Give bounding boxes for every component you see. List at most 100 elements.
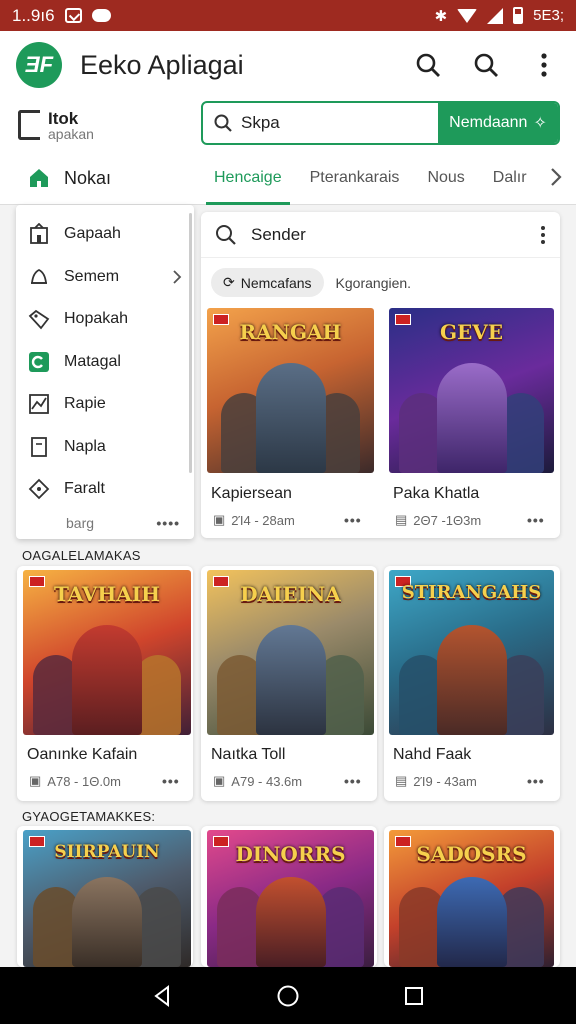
bluetooth-icon: ✱ <box>434 7 448 25</box>
category-menu: Gapaah Semem Hopakah Matagal Rapie Napla… <box>16 205 194 539</box>
tab-pterankarais[interactable]: Pterankarais <box>296 151 414 205</box>
filter-chip[interactable]: ⟳ Nemcafans <box>211 268 324 297</box>
wifi-icon <box>457 8 478 23</box>
game-title[interactable]: Naıtka Toll <box>211 746 285 764</box>
calendar-icon: ▣ <box>29 773 42 788</box>
search-box: Nemdaann ✧ <box>201 101 560 145</box>
section-heading: OAGALELAMAKAS <box>22 548 141 563</box>
brand-icon <box>18 110 40 140</box>
panel-search-label[interactable]: Sender <box>251 225 306 245</box>
game-title[interactable]: Nahd Faak <box>393 746 471 764</box>
app-title: Eeko Apliagai <box>80 49 244 80</box>
game-thumbnail[interactable]: SADOSRS <box>389 830 554 967</box>
search-icon <box>416 53 440 77</box>
search-submit-button[interactable]: Nemdaann ✧ <box>438 103 558 143</box>
tab-bar: Nokaı Hencaige Pterankarais Nous Dalır <box>0 151 576 205</box>
tag-icon <box>28 310 50 330</box>
system-nav-bar <box>0 967 576 1024</box>
list-icon: ▤ <box>395 773 408 788</box>
game-title[interactable]: Oanınke Kafain <box>27 746 137 764</box>
menu-item-label: Hopakah <box>64 310 129 328</box>
tab-label: Hencaige <box>214 169 282 186</box>
menu-more-icon[interactable]: •••• <box>156 515 180 531</box>
filter-option[interactable]: Kgorangien. <box>336 275 412 291</box>
calendar-icon: ▣ <box>213 512 226 527</box>
menu-item-label: Semem <box>64 267 120 285</box>
game-thumbnail[interactable]: SIIRPAUIN <box>23 830 191 967</box>
card-more-icon[interactable]: ••• <box>527 773 545 789</box>
menu-item-label: Matagal <box>64 352 121 370</box>
more-vert-icon <box>541 53 547 77</box>
game-meta: ▣ 2Ί4 - 28am <box>213 512 295 528</box>
game-meta: ▤ 2Θ7 -1Θ3m <box>395 512 481 528</box>
search-button[interactable] <box>412 49 444 81</box>
hero-figure <box>255 363 326 473</box>
tab-hencaige[interactable]: Hencaige <box>200 151 296 205</box>
menu-item-label: Rapie <box>64 395 106 413</box>
signal-icon <box>487 7 504 24</box>
game-title[interactable]: Kapiersean <box>211 485 292 503</box>
menu-item-rapie[interactable]: Rapie <box>16 383 194 426</box>
tab-label: Dalır <box>492 169 527 186</box>
menu-item-gapaah[interactable]: Gapaah <box>16 213 194 256</box>
list-icon: ▤ <box>395 512 408 527</box>
back-icon[interactable] <box>152 984 172 1007</box>
game-thumbnail[interactable]: GEVE <box>389 308 554 473</box>
search-icon <box>216 224 236 245</box>
status-bar: 1..9ı6 ✱ 5E3; <box>0 0 576 31</box>
game-meta-text: 2Ί9 - 43am <box>413 773 477 789</box>
game-thumbnail[interactable]: DINORRS <box>207 830 374 967</box>
home-nav-icon[interactable] <box>276 984 300 1008</box>
game-thumbnail[interactable]: RANGAH <box>207 308 374 473</box>
card-more-icon[interactable]: ••• <box>344 512 362 528</box>
thumbnail-title: RANGAH <box>239 320 342 344</box>
tab-label: Nous <box>427 169 465 186</box>
menu-item-hopakah[interactable]: Hopakah <box>16 298 194 341</box>
more-vert-icon[interactable] <box>540 225 546 245</box>
game-thumbnail[interactable]: TAVHAIH <box>23 570 191 735</box>
filter-icon: ⟳ <box>223 274 235 290</box>
document-icon <box>31 436 47 457</box>
battery-text: 5E3; <box>533 7 564 24</box>
thumbnail-title: TAVHAIH <box>53 582 161 606</box>
card-more-icon[interactable]: ••• <box>527 512 545 528</box>
game-meta-text: 2Ί4 - 28am <box>231 512 295 528</box>
tabs-scroll-right-button[interactable] <box>550 167 562 192</box>
green-app-icon <box>29 351 49 372</box>
game-meta: ▤ 2Ί9 - 43am <box>395 773 477 789</box>
menu-item-semem[interactable]: Semem <box>16 256 194 299</box>
search-icon <box>474 53 498 77</box>
chip-label: Nemcafans <box>240 274 312 291</box>
battery-icon <box>513 7 524 24</box>
app-bar: ƎF Eeko Apliagai <box>0 31 576 99</box>
search-icon <box>214 114 232 132</box>
menu-item-matagal[interactable]: Matagal <box>16 341 194 384</box>
overflow-menu-button[interactable] <box>528 49 560 81</box>
game-meta-text: 2Θ7 -1Θ3m <box>413 512 482 528</box>
brand-line2: apakan <box>48 125 94 142</box>
game-thumbnail[interactable]: STIRANGAHS <box>389 570 554 735</box>
game-thumbnail[interactable]: DAIEINA <box>207 570 374 735</box>
search-input[interactable] <box>241 113 401 133</box>
card-more-icon[interactable]: ••• <box>344 773 362 789</box>
chart-icon <box>29 394 49 415</box>
game-title[interactable]: Paka Khatla <box>393 485 479 503</box>
menu-item-faralt[interactable]: Faralt <box>16 468 194 511</box>
tab-dalir[interactable]: Dalır <box>479 151 541 205</box>
hero-figure <box>436 625 507 735</box>
home-tab[interactable]: Nokaı <box>16 155 194 201</box>
hero-figure <box>255 625 326 735</box>
cloud-icon <box>91 9 111 22</box>
game-meta-text: A79 - 43.6m <box>231 773 303 789</box>
card-more-icon[interactable]: ••• <box>162 773 180 789</box>
tab-nous[interactable]: Nous <box>413 151 478 205</box>
menu-item-label: Napla <box>64 437 106 455</box>
brand-line1: Itok <box>48 108 79 128</box>
notification-icon <box>64 8 82 23</box>
menu-footer: barg •••• <box>16 511 194 535</box>
menu-item-napla[interactable]: Napla <box>16 426 194 469</box>
clock: 1..9ı6 <box>12 5 55 25</box>
search-button-secondary[interactable] <box>470 49 502 81</box>
recents-icon[interactable] <box>404 986 424 1006</box>
chevron-right-icon <box>551 168 562 186</box>
